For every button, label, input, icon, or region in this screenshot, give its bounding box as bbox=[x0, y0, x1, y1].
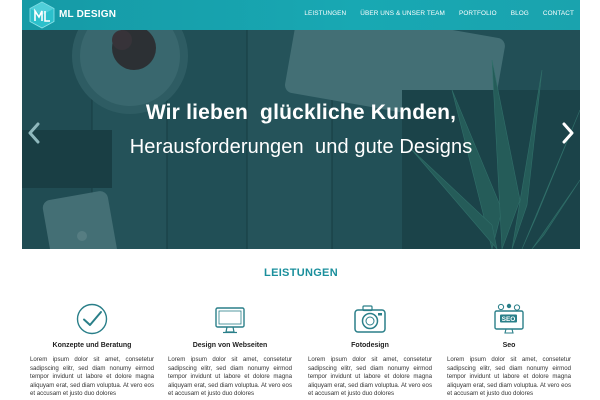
service-title: Design von Webseiten bbox=[192, 342, 268, 349]
chevron-left-icon[interactable] bbox=[26, 122, 42, 144]
service-text: Lorem ipsum dolor sit amet, consetetur s… bbox=[447, 356, 571, 398]
hero-title: Wir lieben glückliche Kunden, bbox=[145, 101, 457, 124]
page: ML DESIGN LEISTUNGEN ÜBER UNS & UNSER TE… bbox=[22, 0, 580, 400]
service-title: Fotodesign bbox=[351, 342, 389, 349]
hero-slider: Wir lieben glückliche Kunden, Herausford… bbox=[22, 30, 580, 249]
nav-link-ueber-uns[interactable]: ÜBER UNS & UNSER TEAM bbox=[360, 10, 445, 17]
service-seo: SEO Seo Lorem ipsum dolor sit amet, cons… bbox=[447, 302, 571, 399]
service-title: Konzepte und Beratung bbox=[52, 342, 132, 349]
service-text: Lorem ipsum dolor sit amet, consetetur s… bbox=[168, 356, 292, 398]
service-title: Seo bbox=[502, 342, 516, 349]
nav-link-contact[interactable]: CONTACT bbox=[543, 10, 574, 17]
ml-logo-icon[interactable] bbox=[29, 1, 55, 29]
nav-link-portfolio[interactable]: PORTFOLIO bbox=[459, 10, 497, 17]
nav-link-leistungen[interactable]: LEISTUNGEN bbox=[304, 10, 346, 17]
main-navigation: LEISTUNGEN ÜBER UNS & UNSER TEAM PORTFOL… bbox=[290, 10, 574, 17]
seo-icon: SEO bbox=[494, 303, 524, 334]
camera-icon bbox=[354, 305, 386, 333]
monitor-icon bbox=[215, 307, 245, 334]
chevron-right-icon[interactable] bbox=[560, 122, 576, 144]
service-konzepte: Konzepte und Beratung Lorem ipsum dolor … bbox=[30, 302, 154, 399]
service-text: Lorem ipsum dolor sit amet, consetetur s… bbox=[308, 356, 432, 398]
service-webdesign: Design von Webseiten Lorem ipsum dolor s… bbox=[168, 302, 292, 399]
services-heading: LEISTUNGEN bbox=[264, 267, 338, 279]
checkmark-circle-icon bbox=[76, 303, 108, 335]
hero-subtitle: Herausforderungen und gute Designs bbox=[129, 136, 473, 158]
service-fotodesign: Fotodesign Lorem ipsum dolor sit amet, c… bbox=[308, 302, 432, 399]
service-text: Lorem ipsum dolor sit amet, consetetur s… bbox=[30, 356, 154, 398]
top-navbar: ML DESIGN LEISTUNGEN ÜBER UNS & UNSER TE… bbox=[22, 0, 580, 30]
nav-link-blog[interactable]: BLOG bbox=[511, 10, 529, 17]
brand-name[interactable]: ML DESIGN bbox=[59, 9, 116, 20]
svg-text:SEO: SEO bbox=[502, 316, 516, 323]
